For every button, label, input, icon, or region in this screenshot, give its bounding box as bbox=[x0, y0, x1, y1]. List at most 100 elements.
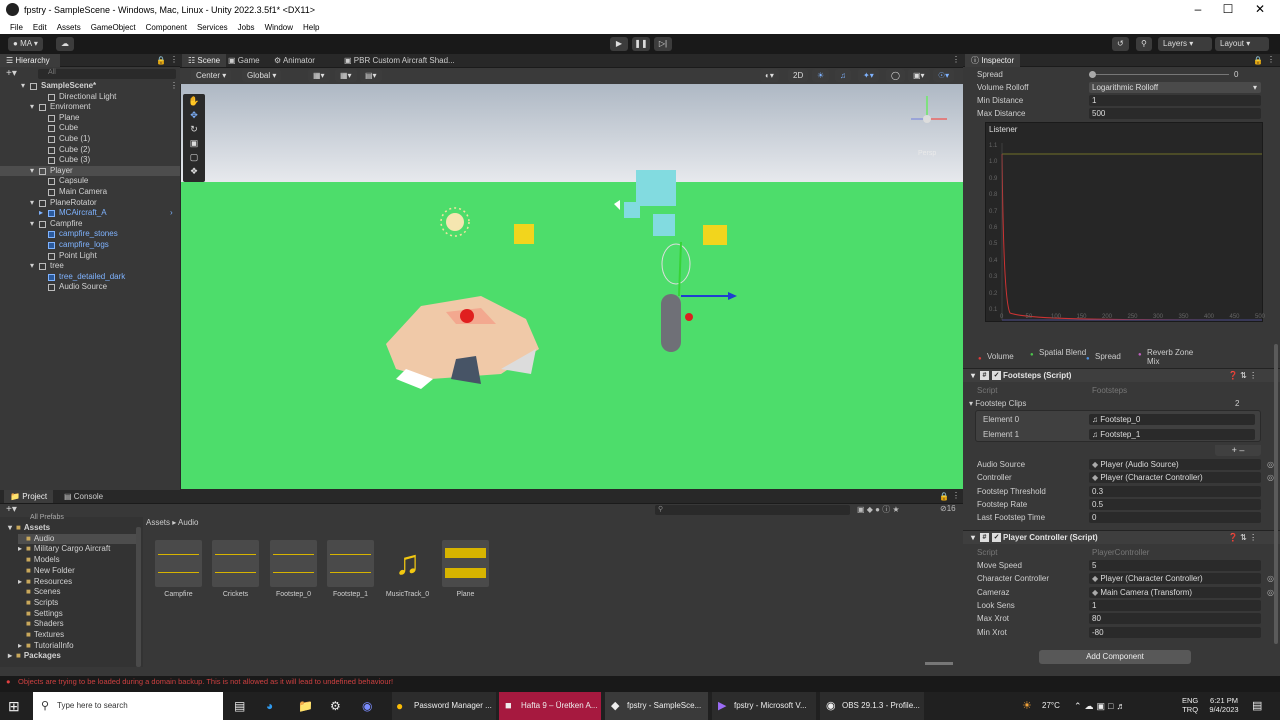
maximize-icon[interactable]: ☐ bbox=[1213, 2, 1243, 16]
more-icon[interactable]: ⋮ bbox=[952, 491, 960, 500]
hierarchy-search-input[interactable]: All bbox=[38, 69, 176, 79]
clock[interactable]: 6:21 PM 9/4/2023 bbox=[1203, 696, 1245, 714]
list-add-remove-buttons[interactable]: + – bbox=[1215, 445, 1261, 456]
project-filter-icons[interactable]: ▣ ◆ ● ⓘ ★ bbox=[857, 504, 900, 515]
expand-icon[interactable]: ▸ bbox=[8, 651, 16, 662]
draw-mode-icon[interactable]: ◐▾ bbox=[760, 69, 779, 82]
gizmos-icon[interactable]: ☉▾ bbox=[933, 69, 955, 82]
asset-campfire[interactable]: Campfire bbox=[155, 540, 202, 598]
field-input[interactable]: ◆ Player (Audio Source) ◎ bbox=[1089, 459, 1274, 470]
collapse-icon[interactable]: ▾ bbox=[30, 219, 34, 230]
component-menu-icons[interactable]: ❓ ⇅ ⋮ bbox=[1228, 531, 1257, 545]
pause-button[interactable]: ❚❚ bbox=[632, 37, 650, 51]
element-1-field[interactable]: ♫ Footstep_1 bbox=[1089, 429, 1255, 440]
task-view-icon[interactable]: ▤ bbox=[234, 692, 245, 720]
taskbar-search-input[interactable]: ⚲ Type here to search bbox=[33, 692, 223, 720]
collapse-icon[interactable]: ▾ bbox=[8, 523, 16, 534]
lock-icon[interactable]: 🔒 bbox=[939, 492, 949, 501]
foldout-icon[interactable]: ▾ bbox=[971, 531, 975, 545]
play-button[interactable]: ▶ bbox=[610, 37, 628, 51]
expand-icon[interactable]: ▸ bbox=[18, 577, 26, 588]
lighting-icon[interactable]: ☀ bbox=[812, 69, 830, 82]
tab-console[interactable]: ▤ Console bbox=[58, 490, 109, 503]
audio-source-icon[interactable] bbox=[614, 200, 620, 210]
tab-inspector[interactable]: ⓘ Inspector bbox=[965, 54, 1021, 67]
expand-icon[interactable] bbox=[18, 619, 26, 630]
project-tree-item[interactable]: ■ New Folder bbox=[18, 566, 75, 577]
field-input[interactable]: 0 bbox=[1089, 512, 1261, 524]
project-tree-item[interactable]: ▸ ■ Resources bbox=[18, 577, 72, 588]
app-icon[interactable]: ⚙ bbox=[330, 692, 341, 720]
field-input[interactable]: ◆ Main Camera (Transform) ◎ bbox=[1089, 586, 1274, 598]
legend-item[interactable]: ● Spatial Blend bbox=[1030, 348, 1091, 358]
hierarchy-item[interactable]: Main Camera bbox=[0, 187, 180, 198]
expand-icon[interactable] bbox=[18, 534, 26, 545]
hierarchy-item[interactable]: Capsule bbox=[0, 176, 180, 187]
menu-component[interactable]: Component bbox=[146, 23, 187, 32]
min-distance-input[interactable]: 1 bbox=[1089, 95, 1261, 106]
inspector-scrollbar[interactable] bbox=[1274, 344, 1278, 644]
orientation-gizmo[interactable] bbox=[911, 96, 947, 123]
hierarchy-item[interactable]: tree_detailed_dark bbox=[0, 272, 180, 283]
menu-gameobject[interactable]: GameObject bbox=[91, 23, 136, 32]
field-input[interactable]: 0.5 bbox=[1089, 498, 1261, 510]
step-button[interactable]: ▷| bbox=[654, 37, 672, 51]
weather-icon[interactable]: ☀ bbox=[1022, 692, 1032, 720]
tab-animator[interactable]: ⚙ Animator bbox=[268, 54, 321, 67]
history-icon[interactable]: ↺ bbox=[1112, 37, 1129, 51]
component-menu-icons[interactable]: ❓ ⇅ ⋮ bbox=[1228, 369, 1257, 383]
expand-icon[interactable] bbox=[18, 609, 26, 620]
notifications-icon[interactable]: ▤ bbox=[1252, 692, 1262, 720]
tab-game[interactable]: ▣ Game bbox=[222, 54, 266, 67]
taskbar-app-unity[interactable]: ◆ fpstry - SampleSce... bbox=[605, 692, 708, 720]
project-tree-item[interactable]: ▸ ■ Packages bbox=[8, 651, 61, 662]
asset-footstep-0[interactable]: Footstep_0 bbox=[270, 540, 317, 598]
field-input[interactable]: ◆ Player (Character Controller) ◎ bbox=[1089, 472, 1274, 484]
taskbar-app-obs[interactable]: ◉ OBS 29.1.3 - Profile... bbox=[820, 692, 924, 720]
hierarchy-item[interactable]: Cube (1) bbox=[0, 134, 180, 145]
sun-gizmo-icon[interactable] bbox=[440, 207, 470, 237]
increment-snap-icon[interactable]: ▤▾ bbox=[360, 69, 382, 82]
add-icon[interactable]: +▾ bbox=[6, 68, 17, 79]
add-component-button[interactable]: Add Component bbox=[1039, 650, 1191, 664]
collapse-icon[interactable]: ▾ bbox=[30, 166, 34, 177]
field-input[interactable]: 80 bbox=[1089, 613, 1261, 625]
hierarchy-item[interactable]: Cube bbox=[0, 123, 180, 134]
hierarchy-item[interactable]: campfire_stones bbox=[0, 229, 180, 240]
menu-edit[interactable]: Edit bbox=[33, 23, 47, 32]
hierarchy-item[interactable]: campfire_logs bbox=[0, 240, 180, 251]
volume-rolloff-dropdown[interactable]: Logarithmic Rolloff ▾ bbox=[1089, 82, 1261, 93]
project-tree-item[interactable]: ▾ ■ Assets bbox=[8, 523, 50, 534]
taskbar-app-hafta[interactable]: ■ Hafta 9 – Üretken A... bbox=[499, 692, 601, 720]
enabled-checkbox[interactable]: ✓ bbox=[992, 371, 1001, 380]
asset-musictrack-0[interactable]: ♫ MusicTrack_0 bbox=[384, 540, 431, 598]
search-icon[interactable]: ⚲ bbox=[1136, 37, 1152, 51]
project-tree-item[interactable]: ▸ ■ Military Cargo Aircraft bbox=[18, 544, 110, 555]
cube-yellow-left[interactable] bbox=[514, 224, 534, 244]
hidden-objects-icon[interactable]: ◯ bbox=[886, 69, 905, 82]
breadcrumb-assets[interactable]: Assets bbox=[146, 518, 170, 527]
menu-window[interactable]: Window bbox=[265, 23, 293, 32]
hierarchy-item[interactable]: ▾ Player bbox=[0, 165, 180, 177]
menu-services[interactable]: Services bbox=[197, 23, 228, 32]
hierarchy-item[interactable]: Plane bbox=[0, 113, 180, 124]
tab-shader[interactable]: ▣ PBR Custom Aircraft Shad... bbox=[338, 54, 461, 67]
audio-icon[interactable]: ♫ bbox=[835, 69, 851, 82]
prefab-open-icon[interactable]: › bbox=[170, 208, 173, 219]
toggle-2d-button[interactable]: 2D bbox=[788, 69, 809, 82]
object-picker-icon[interactable]: ◎ bbox=[1267, 587, 1274, 598]
hierarchy-item[interactable]: ▾ tree bbox=[0, 261, 180, 272]
console-status-bar[interactable]: ● Objects are trying to be loaded during… bbox=[0, 676, 1280, 687]
camera-icon[interactable]: ▣▾ bbox=[908, 69, 930, 82]
menu-assets[interactable]: Assets bbox=[57, 23, 81, 32]
menu-help[interactable]: Help bbox=[303, 23, 319, 32]
campfire-model[interactable] bbox=[386, 296, 539, 389]
field-input[interactable]: 0.3 bbox=[1089, 485, 1261, 497]
expand-icon[interactable] bbox=[18, 566, 26, 577]
project-tree-item[interactable]: ■ Scenes bbox=[18, 587, 61, 598]
tab-project[interactable]: 📁 Project bbox=[4, 490, 54, 503]
project-tree-item[interactable]: ▸ ■ TutorialInfo bbox=[18, 641, 74, 652]
lock-icon[interactable]: 🔒 bbox=[1253, 56, 1263, 65]
spread-value[interactable]: 0 bbox=[1234, 68, 1238, 81]
zoom-slider[interactable] bbox=[925, 662, 953, 665]
